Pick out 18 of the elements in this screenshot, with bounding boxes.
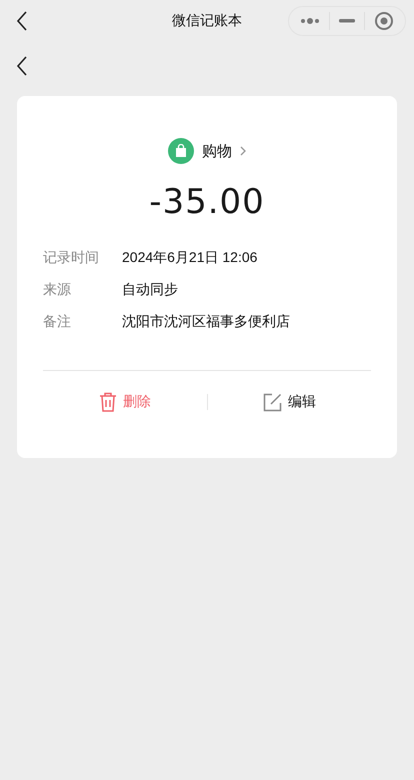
back-icon[interactable] bbox=[16, 56, 28, 76]
minimize-icon[interactable] bbox=[338, 19, 355, 23]
detail-value: 自动同步 bbox=[122, 281, 178, 299]
detail-value: 2024年6月21日 12:06 bbox=[122, 249, 258, 267]
detail-value: 沈阳市沈河区福事多便利店 bbox=[122, 313, 290, 331]
detail-label: 记录时间 bbox=[43, 249, 100, 267]
detail-label: 备注 bbox=[43, 313, 72, 331]
more-icon[interactable] bbox=[300, 17, 320, 25]
trash-icon bbox=[98, 392, 117, 412]
category-link[interactable]: 购物 bbox=[168, 138, 246, 164]
edit-button[interactable]: 编辑 bbox=[262, 392, 316, 412]
close-icon[interactable] bbox=[374, 11, 394, 31]
detail-label: 来源 bbox=[43, 281, 72, 299]
amount: -35.00 bbox=[148, 182, 266, 222]
page-title: 微信记账本 bbox=[171, 12, 243, 30]
edit-icon bbox=[262, 392, 282, 412]
chevron-icon bbox=[240, 146, 246, 156]
back-icon[interactable] bbox=[16, 11, 28, 31]
